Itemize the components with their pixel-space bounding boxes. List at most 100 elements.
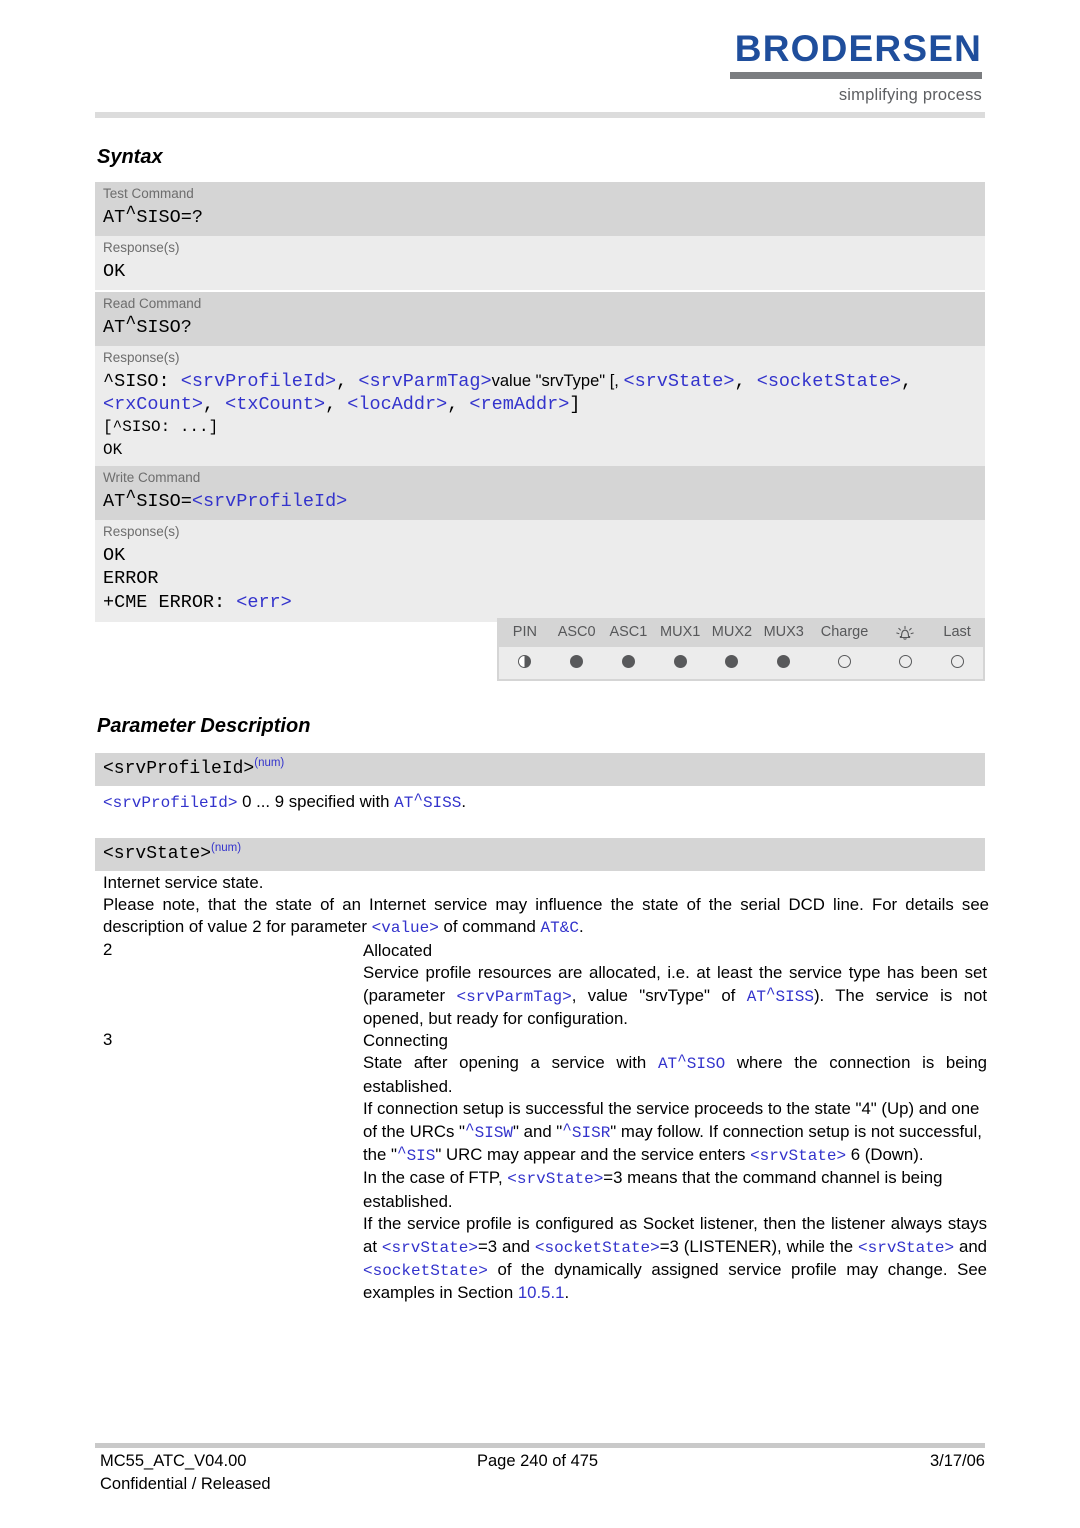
section-reference-link[interactable]: 10.5.1 (518, 1283, 565, 1302)
parameter-name: <srvProfileId> (103, 759, 255, 779)
body-text: State after opening a service with (363, 1053, 658, 1073)
cme-prefix: +CME ERROR: (103, 592, 237, 614)
param-srvstate: <srvState> (381, 1238, 478, 1257)
filled-circle-icon (725, 655, 739, 669)
parameter-type: (num) (254, 757, 285, 769)
capability-state-mux3 (758, 647, 810, 679)
write-response-band: Response(s) OK ERROR +CME ERROR: <err> (95, 520, 985, 622)
caret-symbol: ^ (396, 1143, 407, 1162)
read-response-label: Response(s) (103, 350, 180, 366)
syntax-section-title: Syntax (97, 146, 163, 168)
separator: , (325, 394, 348, 416)
urc-sis: SIS (406, 1146, 436, 1165)
at-prefix: AT (103, 490, 126, 512)
empty-circle-icon (898, 655, 912, 669)
capability-state-pin (499, 647, 551, 679)
caret-symbol: ^ (413, 791, 423, 809)
capability-column-mux1: MUX1 (654, 620, 707, 647)
alarm-bell-icon (894, 624, 916, 642)
brand-divider-bar (730, 72, 982, 79)
value-body: Service profile resources are allocated,… (363, 962, 987, 1030)
filled-circle-icon (673, 655, 687, 669)
command-siss: SISS (775, 987, 814, 1006)
value-description: Allocated Service profile resources are … (363, 940, 987, 1031)
document-page: BRODERSEN simplifying process Syntax Tes… (0, 0, 1080, 1528)
parameter-description-title: Parameter Description (97, 715, 311, 737)
param-srvparmtag: <srvParmTag> (456, 987, 572, 1006)
command-siss: SISS (422, 794, 462, 812)
test-response-label: Response(s) (103, 240, 180, 256)
separator: , (447, 394, 470, 416)
caret-symbol: ^ (125, 312, 137, 334)
caret-symbol: ^ (765, 984, 776, 1003)
test-command-table: Test Command AT^SISO=? Response(s) OK (95, 182, 985, 291)
brodersen-logo: BRODERSEN simplifying process (724, 30, 982, 105)
test-command-band: Test Command AT^SISO=? (95, 182, 985, 237)
at-prefix: AT (657, 1055, 678, 1074)
command-body: SISO= (136, 490, 192, 512)
filled-circle-icon (777, 655, 791, 669)
value-paragraph-2: If connection setup is successful the se… (363, 1098, 987, 1167)
read-command-label: Read Command (103, 296, 202, 311)
read-command-band: Read Command AT^SISO? (95, 292, 985, 347)
bracket-close: ] (569, 394, 581, 416)
separator: , (202, 394, 226, 416)
param-srvstate-2: <srvState> (858, 1238, 955, 1257)
read-response-line2: <rxCount>, <txCount>, <locAddr>, <remAdd… (95, 393, 985, 417)
param-socketstate: <socketState> (756, 370, 902, 392)
caret-symbol: ^ (465, 1120, 475, 1139)
param-srvstate: <srvState> (507, 1170, 604, 1189)
write-command-table: Write Command AT^SISO=<srvProfileId> Res… (95, 466, 985, 622)
caret-symbol: ^ (677, 1052, 687, 1071)
capability-state-last (931, 647, 983, 679)
command-siso: SISO (686, 1055, 726, 1074)
body-text-end: 6 (Down). (846, 1144, 924, 1164)
half-circle-icon (518, 655, 532, 669)
value-number: 3 (103, 1030, 113, 1049)
empty-circle-icon (838, 655, 852, 669)
body-text-cont3: " URC may appear and the service enters (435, 1144, 751, 1164)
param-srvstate: <srvState> (623, 370, 735, 392)
value-description: Connecting State after opening a service… (363, 1030, 987, 1305)
body-text-cont2: =3 (LISTENER), while the (659, 1236, 859, 1256)
capability-indicator-table: PIN ASC0 ASC1 MUX1 MUX2 MUX3 Charge Last (497, 618, 985, 681)
header-rule (95, 112, 985, 118)
brand-tagline: simplifying process (838, 86, 982, 104)
siso-prefix: ^SISO: (103, 370, 181, 392)
capability-column-asc1: ASC1 (602, 620, 655, 647)
value-paragraph-1: State after opening a service with AT^SI… (363, 1052, 987, 1098)
separator: , (336, 370, 359, 392)
at-prefix: AT (103, 316, 126, 338)
read-response-line4: OK (103, 440, 123, 459)
urc-sisw: SISW (474, 1123, 514, 1142)
value-title: Connecting (363, 1031, 448, 1050)
description-text: 0 ... 9 specified with (237, 792, 395, 811)
value-srvtype-text: value "srvType" [, (491, 371, 624, 390)
param-value: <value> (371, 919, 439, 938)
param-srvprofileid: <srvProfileId> (103, 794, 238, 812)
caret-symbol: ^ (562, 1120, 572, 1139)
capability-state-asc1 (603, 647, 655, 679)
footer-document-id: MC55_ATC_V04.00 (100, 1452, 247, 1470)
write-response-error: ERROR (103, 568, 159, 590)
footer-date: 3/17/06 (929, 1452, 985, 1470)
test-response-band: Response(s) OK (95, 236, 985, 291)
value-paragraph-3: In the case of FTP, <srvState>=3 means t… (363, 1167, 987, 1213)
capability-state-alarm (879, 647, 931, 679)
param-srvstate: <srvState> (750, 1146, 847, 1165)
parameter-description-srvprofileid: <srvProfileId> 0 ... 9 specified with AT… (103, 791, 987, 814)
at-prefix: AT (394, 794, 414, 812)
body-text: In the case of FTP, (363, 1168, 508, 1188)
read-response-band: Response(s) ^SISO: <srvProfileId>, <srvP… (95, 346, 985, 469)
capability-header-row: PIN ASC0 ASC1 MUX1 MUX2 MUX3 Charge Last (499, 620, 983, 647)
param-err: <err> (236, 592, 292, 614)
parameter-name: <srvState> (103, 844, 212, 864)
empty-circle-icon (950, 655, 964, 669)
period: . (578, 917, 584, 937)
read-command-table: Read Command AT^SISO? Response(s) ^SISO:… (95, 292, 985, 469)
write-command-band: Write Command AT^SISO=<srvProfileId> (95, 466, 985, 521)
param-srvparmtag: <srvParmTag> (358, 370, 492, 392)
capability-state-asc0 (551, 647, 603, 679)
period: . (564, 1283, 570, 1303)
param-txcount: <txCount> (225, 394, 326, 416)
